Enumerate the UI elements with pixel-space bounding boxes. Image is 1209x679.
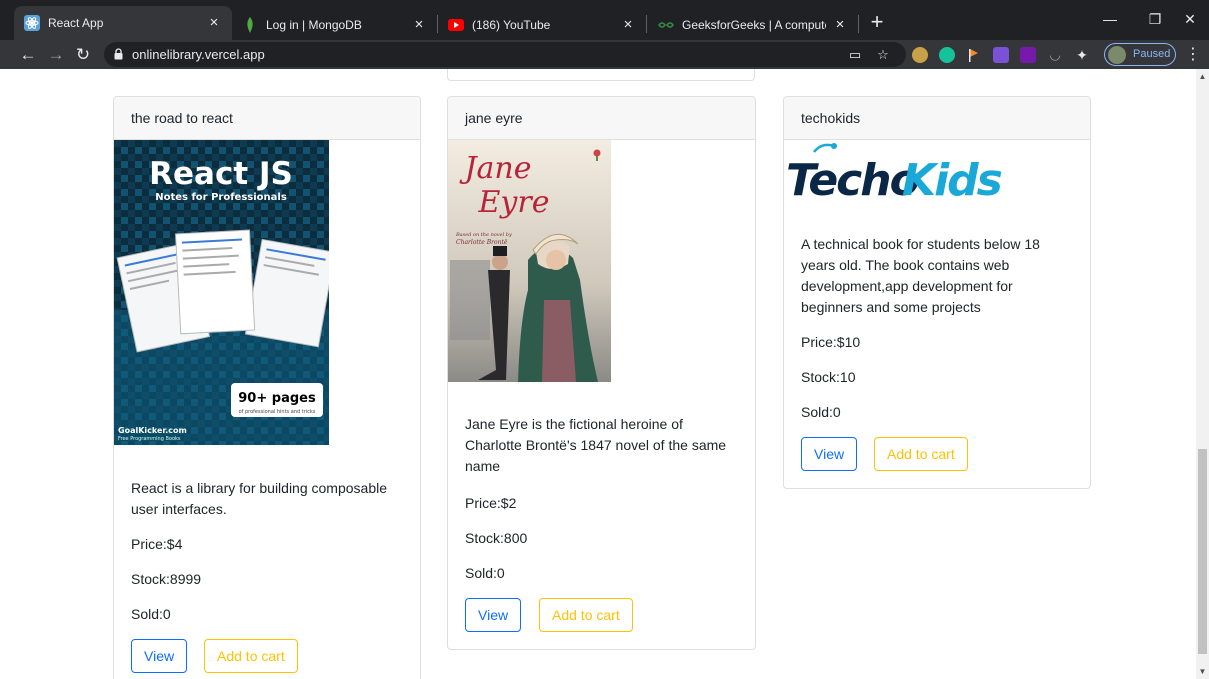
book-price: Price:$10 — [801, 334, 861, 350]
scrollbar-thumb[interactable] — [1198, 449, 1207, 654]
new-tab-button[interactable]: + — [866, 11, 888, 34]
cover-badge-sub: of professional hints and tricks — [239, 409, 316, 415]
tab-react-app[interactable]: React App × — [14, 6, 232, 40]
book-description: Jane Eyre is the fictional heroine of Ch… — [465, 416, 727, 474]
scroll-down-arrow-icon[interactable]: ▼ — [1198, 667, 1207, 676]
logo-part1: Techo — [786, 155, 919, 206]
add-to-cart-button[interactable]: Add to cart — [539, 598, 633, 632]
page-viewport: the road to react React JS Notes for Pro… — [0, 69, 1196, 679]
scroll-up-arrow-icon[interactable]: ▲ — [1198, 72, 1207, 81]
book-card: jane eyre Jane Eyre Based on the novel b… — [447, 96, 756, 650]
extension-flag-icon[interactable] — [966, 47, 982, 63]
book-stock: Stock:8999 — [131, 571, 202, 587]
view-button[interactable]: View — [465, 598, 522, 632]
extensions-puzzle-icon[interactable]: ✦ — [1074, 47, 1090, 63]
book-cover-image: Jane Eyre Based on the novel by Charlott… — [448, 140, 611, 382]
cover-heading-line1: Jane — [459, 151, 532, 186]
book-sold: Sold:0 — [801, 404, 841, 420]
minimize-button[interactable]: — — [1095, 8, 1125, 30]
address-bar[interactable]: onlinelibrary.vercel.app ▭ ☆ — [104, 42, 906, 67]
more-menu-icon[interactable]: ⋮ — [1183, 44, 1203, 66]
react-icon — [24, 15, 40, 31]
book-stock: Stock:10 — [801, 369, 856, 385]
book-description: React is a library for building composab… — [131, 480, 388, 517]
close-icon[interactable]: × — [206, 15, 222, 31]
view-button[interactable]: View — [131, 639, 188, 673]
grammarly-icon[interactable] — [939, 47, 955, 63]
book-title: jane eyre — [448, 97, 755, 140]
geeksforgeeks-icon — [658, 17, 674, 33]
book-card: the road to react React JS Notes for Pro… — [113, 96, 421, 679]
cover-badge: 90+ pages — [238, 391, 316, 406]
book-description: A technical book for students below 18 y… — [801, 236, 1040, 315]
tab-title: React App — [48, 16, 104, 30]
add-to-cart-button[interactable]: Add to cart — [204, 639, 298, 673]
url-text: onlinelibrary.vercel.app — [132, 47, 265, 62]
cover-subheading: Notes for Professionals — [155, 192, 287, 203]
extension-cookie-icon[interactable] — [912, 47, 928, 63]
mongodb-leaf-icon — [242, 16, 258, 33]
restore-button[interactable]: ❐ — [1140, 8, 1170, 30]
cover-byline1: Based on the novel by — [455, 232, 512, 238]
previous-card-bottom — [447, 69, 755, 81]
cover-heading-line2: Eyre — [478, 185, 550, 220]
tab-separator — [858, 15, 859, 33]
onenote-icon[interactable] — [1020, 47, 1036, 63]
add-to-cart-button[interactable]: Add to cart — [874, 437, 968, 471]
book-cover-image: Techo Kids — [784, 140, 1004, 210]
tab-title: Log in | MongoDB — [266, 17, 362, 32]
lock-icon — [114, 48, 123, 60]
extension-badge-icon[interactable] — [993, 47, 1009, 63]
cover-heading: React JS — [149, 156, 293, 192]
reload-icon[interactable]: ↻ — [71, 43, 95, 67]
close-icon[interactable]: × — [620, 16, 636, 33]
avatar — [1108, 46, 1126, 64]
logo-part2: Kids — [902, 155, 1002, 206]
bookmark-star-icon[interactable]: ☆ — [874, 46, 892, 64]
browser-tab-bar: React App × Log in | MongoDB × (186) You… — [0, 0, 1209, 40]
tab-separator — [646, 15, 647, 33]
book-stock: Stock:800 — [465, 530, 528, 546]
cover-byline2: Charlotte Brontë — [456, 239, 508, 246]
book-title: the road to react — [114, 97, 420, 140]
youtube-icon — [448, 17, 464, 33]
back-icon[interactable]: ← — [16, 43, 40, 67]
pocket-icon[interactable]: ◡ — [1047, 47, 1063, 63]
profile-button[interactable]: Paused — [1104, 43, 1176, 66]
book-sold: Sold:0 — [131, 606, 171, 622]
book-title: techokids — [784, 97, 1090, 140]
book-cover-image: React JS Notes for Professionals 90+ pag… — [114, 140, 329, 445]
book-sold: Sold:0 — [465, 565, 505, 581]
tab-title: GeeksforGeeks | A computer scie — [682, 17, 826, 32]
book-price: Price:$4 — [131, 536, 183, 552]
close-icon[interactable]: × — [832, 16, 848, 33]
tab-geeksforgeeks[interactable]: GeeksforGeeks | A computer scie × — [648, 9, 858, 40]
tab-youtube[interactable]: (186) YouTube × — [438, 9, 646, 40]
profile-status: Paused — [1133, 48, 1171, 60]
forward-icon[interactable]: → — [44, 43, 68, 67]
cover-footer-sub: Free Programming Books — [118, 436, 181, 442]
book-price: Price:$2 — [465, 495, 517, 511]
close-window-button[interactable]: ✕ — [1175, 8, 1205, 30]
tab-title: (186) YouTube — [472, 17, 551, 32]
view-button[interactable]: View — [801, 437, 858, 471]
browser-toolbar: ← → ↻ onlinelibrary.vercel.app ▭ ☆ ◡ ✦ P… — [0, 40, 1209, 69]
cast-icon[interactable]: ▭ — [846, 46, 864, 64]
cover-footer: GoalKicker.com — [118, 426, 187, 435]
vertical-scrollbar[interactable]: ▲ ▼ — [1196, 69, 1209, 679]
close-icon[interactable]: × — [411, 16, 427, 33]
tab-mongodb[interactable]: Log in | MongoDB × — [232, 9, 437, 40]
book-card: techokids Techo Kids A technical book fo… — [783, 96, 1091, 489]
